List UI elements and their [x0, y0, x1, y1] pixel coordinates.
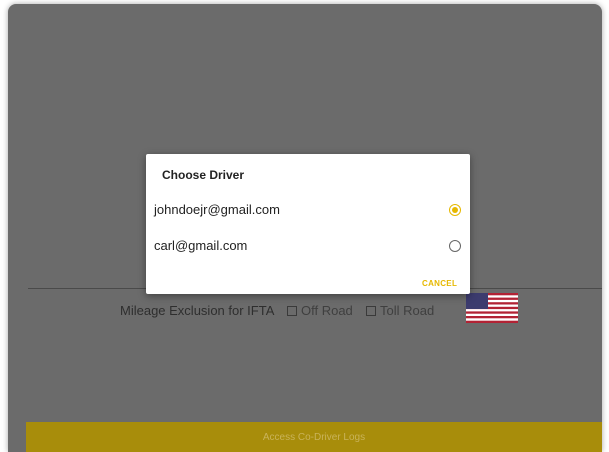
- choose-driver-dialog: Choose Driver johndoejr@gmail.com carl@g…: [146, 154, 470, 294]
- driver-option[interactable]: johndoejr@gmail.com: [146, 194, 470, 226]
- checkbox-icon: [366, 305, 376, 316]
- dialog-title: Choose Driver: [162, 168, 245, 182]
- checkbox-icon: [287, 305, 297, 316]
- cancel-button[interactable]: CANCEL: [422, 279, 457, 288]
- radio-selected-icon[interactable]: [449, 204, 461, 216]
- mileage-exclusion-label: Mileage Exclusion for IFTA: [120, 303, 275, 318]
- access-co-driver-logs-button[interactable]: Access Co-Driver Logs: [26, 422, 602, 452]
- off-road-label: Off Road: [301, 303, 353, 318]
- off-road-checkbox[interactable]: Off Road: [287, 303, 353, 318]
- driver-option-label: johndoejr@gmail.com: [154, 202, 280, 217]
- toll-road-label: Toll Road: [380, 303, 435, 318]
- toll-road-checkbox[interactable]: Toll Road: [366, 303, 434, 318]
- driver-option-label: carl@gmail.com: [154, 238, 248, 253]
- radio-unselected-icon[interactable]: [449, 240, 461, 252]
- us-flag-icon[interactable]: [466, 293, 518, 323]
- driver-option[interactable]: carl@gmail.com: [146, 230, 470, 262]
